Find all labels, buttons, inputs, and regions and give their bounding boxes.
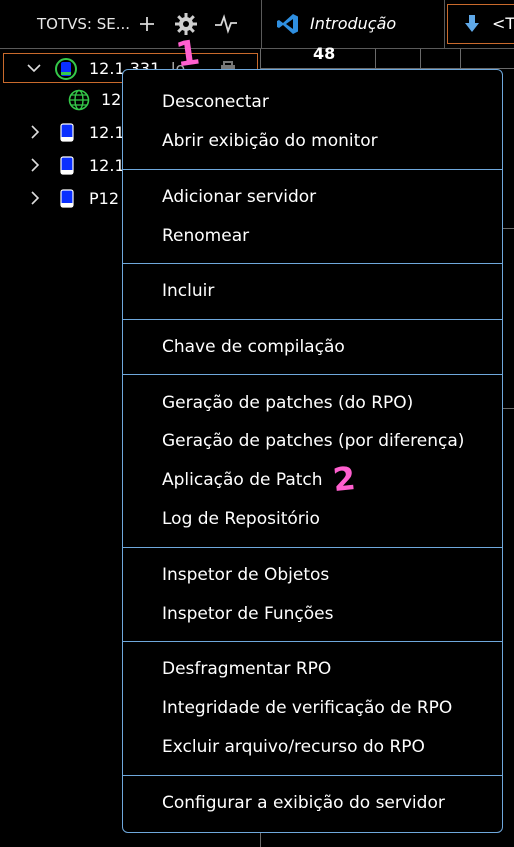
menu-item-desconectar[interactable]: Desconectar xyxy=(162,91,269,113)
chevron-right-icon[interactable] xyxy=(27,157,43,173)
menu-separator xyxy=(123,547,502,548)
grid-line xyxy=(503,408,514,409)
chevron-right-icon[interactable] xyxy=(27,190,43,206)
menu-separator xyxy=(123,775,502,776)
menu-item-inspetor-objetos[interactable]: Inspetor de Objetos xyxy=(162,564,329,586)
menu-separator xyxy=(123,641,502,642)
menu-item-renomear[interactable]: Renomear xyxy=(162,225,249,247)
menu-item-incluir[interactable]: Incluir xyxy=(162,280,214,302)
tab-label: Introdução xyxy=(310,14,397,33)
menu-item-aplicacao-patch[interactable]: Aplicação de Patch xyxy=(162,469,323,491)
tab-second[interactable]: <T xyxy=(447,4,514,44)
menu-item-patches-rpo[interactable]: Geração de patches (do RPO) xyxy=(162,392,413,414)
menu-item-excluir-recurso-rpo[interactable]: Excluir arquivo/recurso do RPO xyxy=(162,736,425,758)
tab-label: <T xyxy=(492,14,514,33)
menu-item-patches-diferenca[interactable]: Geração de patches (por diferença) xyxy=(162,430,464,452)
menu-separator xyxy=(123,374,502,375)
chevron-right-icon[interactable] xyxy=(27,124,43,140)
menu-item-configurar-exibicao[interactable]: Configurar a exibição do servidor xyxy=(162,792,445,814)
server-connected-icon xyxy=(55,58,77,80)
grid-line xyxy=(420,49,421,69)
chevron-down-icon[interactable] xyxy=(26,60,42,76)
arrow-down-icon xyxy=(464,14,480,38)
context-menu: Desconectar Abrir exibição do monitor Ad… xyxy=(122,69,503,833)
menu-separator xyxy=(123,169,502,170)
server-icon xyxy=(56,155,78,177)
tree-item-label: 12 xyxy=(101,90,122,109)
plus-icon[interactable] xyxy=(133,10,161,38)
editor-value: 48 xyxy=(313,44,336,63)
menu-separator xyxy=(123,319,502,320)
grid-line xyxy=(460,49,461,69)
menu-item-adicionar-servidor[interactable]: Adicionar servidor xyxy=(162,186,316,208)
menu-item-integridade-rpo[interactable]: Integridade de verificação de RPO xyxy=(162,697,452,719)
menu-item-abrir-monitor[interactable]: Abrir exibição do monitor xyxy=(162,130,378,152)
sidebar-title: TOTVS: SE... xyxy=(37,15,131,33)
annotation-two: 2 xyxy=(331,458,358,500)
vscode-icon xyxy=(276,12,300,40)
grid-line xyxy=(375,49,376,69)
pulse-icon[interactable] xyxy=(212,10,240,38)
server-icon xyxy=(56,122,78,144)
tree-item-label: 12.1 xyxy=(89,156,125,175)
tree-item-label: P12 xyxy=(89,189,120,208)
menu-item-log-repositorio[interactable]: Log de Repositório xyxy=(162,508,320,530)
tree-item-label: 12.1 xyxy=(89,123,125,142)
menu-item-inspetor-funcoes[interactable]: Inspetor de Funções xyxy=(162,603,333,625)
sidebar-header: TOTVS: SE... xyxy=(0,0,260,48)
menu-item-chave-compilacao[interactable]: Chave de compilação xyxy=(162,336,345,358)
tab-introducao[interactable]: Introdução xyxy=(261,0,445,48)
top-bar: TOTVS: SE... Introdução <T xyxy=(0,0,514,49)
grid-line xyxy=(503,228,514,229)
server-icon xyxy=(56,188,78,210)
menu-item-desfragmentar-rpo[interactable]: Desfragmentar RPO xyxy=(162,658,331,680)
menu-separator xyxy=(123,263,502,264)
globe-icon xyxy=(68,89,90,111)
